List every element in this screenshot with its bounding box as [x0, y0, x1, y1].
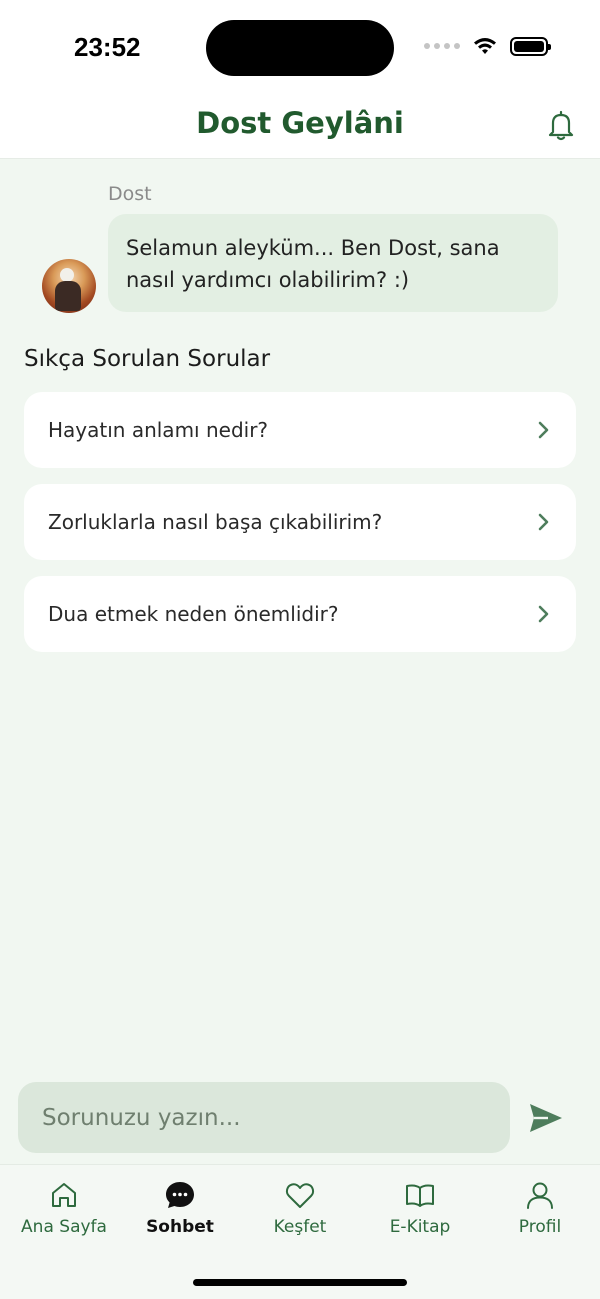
- page-title: Dost Geylâni: [196, 106, 404, 140]
- faq-list: Hayatın anlamı nedir? Zorluklarla nasıl …: [24, 392, 576, 668]
- faq-item-label: Zorluklarla nasıl başa çıkabilirim?: [48, 510, 383, 534]
- sender-name: Dost: [108, 183, 152, 205]
- avatar: [42, 259, 96, 313]
- chevron-right-icon: [538, 513, 549, 531]
- user-icon: [527, 1182, 553, 1209]
- home-indicator: [193, 1279, 407, 1286]
- dynamic-island: [206, 20, 394, 76]
- nav-item-chat[interactable]: Sohbet: [120, 1179, 240, 1237]
- nav-item-label: E-Kitap: [389, 1217, 451, 1237]
- nav-item-ebook[interactable]: E-Kitap: [360, 1179, 480, 1237]
- app-header: Dost Geylâni: [0, 96, 600, 159]
- home-icon: [52, 1183, 76, 1207]
- status-time: 23:52: [74, 32, 141, 62]
- nav-item-label: Keşfet: [273, 1217, 327, 1237]
- nav-item-label: Sohbet: [146, 1217, 214, 1237]
- chevron-right-icon: [538, 605, 549, 623]
- cellular-signal-icon: [424, 43, 460, 49]
- status-icons: [424, 36, 551, 56]
- message-input[interactable]: [18, 1082, 510, 1153]
- nav-item-label: Ana Sayfa: [21, 1217, 107, 1237]
- notification-bell-icon[interactable]: [544, 108, 578, 142]
- faq-title: Sıkça Sorulan Sorular: [24, 346, 271, 372]
- faq-item[interactable]: Hayatın anlamı nedir?: [24, 392, 576, 468]
- send-icon[interactable]: [526, 1098, 566, 1138]
- faq-item-label: Hayatın anlamı nedir?: [48, 418, 269, 442]
- nav-item-home[interactable]: Ana Sayfa: [4, 1179, 124, 1237]
- faq-item[interactable]: Dua etmek neden önemlidir?: [24, 576, 576, 652]
- message-bubble: Selamun aleyküm... Ben Dost, sana nasıl …: [108, 214, 558, 312]
- wifi-icon: [474, 38, 496, 54]
- book-icon: [406, 1184, 434, 1207]
- faq-item-label: Dua etmek neden önemlidir?: [48, 602, 339, 626]
- battery-icon: [510, 36, 551, 56]
- heart-icon: [285, 1183, 315, 1208]
- chevron-right-icon: [538, 421, 549, 439]
- nav-item-profile[interactable]: Profil: [480, 1179, 600, 1237]
- chat-bubble-icon: [166, 1182, 194, 1208]
- nav-item-label: Profil: [518, 1217, 562, 1237]
- nav-item-discover[interactable]: Keşfet: [240, 1179, 360, 1237]
- status-bar: 23:52: [0, 0, 600, 96]
- faq-item[interactable]: Zorluklarla nasıl başa çıkabilirim?: [24, 484, 576, 560]
